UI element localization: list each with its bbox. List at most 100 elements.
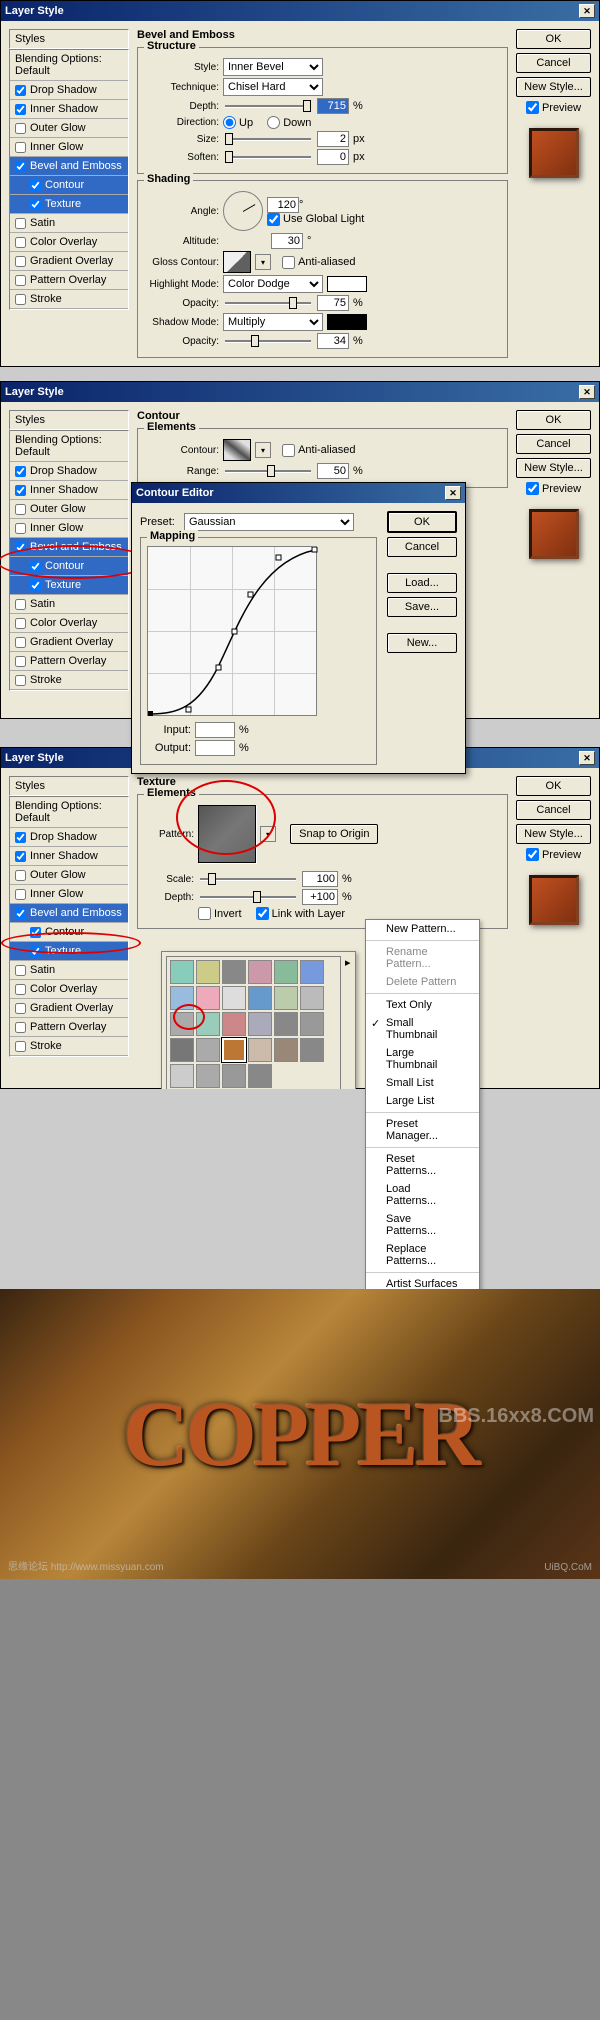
contour-picker[interactable]	[223, 439, 251, 461]
style-item[interactable]: Pattern Overlay	[10, 652, 128, 671]
size-slider[interactable]	[223, 132, 313, 146]
highlight-mode-select[interactable]: Color Dodge	[223, 275, 323, 293]
newstyle-button[interactable]: New Style...	[516, 77, 591, 97]
menu-item[interactable]: Reset Patterns...	[366, 1150, 479, 1180]
preview-checkbox[interactable]: Preview	[516, 848, 591, 861]
pattern-cell[interactable]	[300, 1012, 324, 1036]
preview-checkbox[interactable]: Preview	[516, 101, 591, 114]
close-button[interactable]: ✕	[445, 486, 461, 500]
ok-button[interactable]: OK	[516, 29, 591, 49]
style-item[interactable]: Blending Options: Default	[10, 431, 128, 462]
size-input[interactable]	[317, 131, 349, 147]
scale-slider[interactable]	[198, 872, 298, 886]
style-item[interactable]: Inner Glow	[10, 885, 128, 904]
depth-slider[interactable]	[198, 890, 298, 904]
style-item[interactable]: Blending Options: Default	[10, 50, 128, 81]
cancel-button[interactable]: Cancel	[516, 800, 591, 820]
style-item[interactable]: Satin	[10, 214, 128, 233]
pattern-cell[interactable]	[248, 1038, 272, 1062]
style-item[interactable]: Outer Glow	[10, 866, 128, 885]
pattern-cell[interactable]	[274, 1012, 298, 1036]
style-item[interactable]: Texture	[10, 195, 128, 214]
style-item[interactable]: Blending Options: Default	[10, 797, 128, 828]
scale-input[interactable]	[302, 871, 338, 887]
pattern-cell[interactable]	[274, 1038, 298, 1062]
antialiased-checkbox[interactable]: Anti-aliased	[282, 256, 355, 269]
pattern-cell[interactable]	[300, 986, 324, 1010]
link-checkbox[interactable]: Link with Layer	[256, 907, 345, 920]
style-item[interactable]: Pattern Overlay	[10, 1018, 128, 1037]
ok-button[interactable]: OK	[516, 410, 591, 430]
angle-input[interactable]	[267, 197, 299, 213]
invert-checkbox[interactable]: Invert	[198, 907, 242, 920]
up-radio[interactable]: Up	[223, 116, 253, 129]
ok-button[interactable]: OK	[387, 511, 457, 533]
chevron-down-icon[interactable]: ▾	[255, 254, 271, 270]
close-button[interactable]: ✕	[579, 4, 595, 18]
pattern-cell[interactable]	[248, 986, 272, 1010]
menu-item[interactable]: Load Patterns...	[366, 1180, 479, 1210]
style-item[interactable]: Stroke	[10, 1037, 128, 1056]
style-item[interactable]: Contour	[10, 176, 128, 195]
chevron-down-icon[interactable]: ▾	[255, 442, 271, 458]
newstyle-button[interactable]: New Style...	[516, 458, 591, 478]
style-item[interactable]: Pattern Overlay	[10, 271, 128, 290]
pattern-cell[interactable]	[170, 1038, 194, 1062]
depth-slider[interactable]	[223, 99, 313, 113]
style-item[interactable]: Texture	[10, 576, 128, 595]
pattern-swatch[interactable]	[198, 805, 256, 863]
menu-item[interactable]: New Pattern...	[366, 920, 479, 938]
depth-input[interactable]	[317, 98, 349, 114]
chevron-right-icon[interactable]: ▸	[345, 956, 351, 1092]
pattern-cell[interactable]	[222, 960, 246, 984]
preview-checkbox[interactable]: Preview	[516, 482, 591, 495]
style-item[interactable]: Drop Shadow	[10, 462, 128, 481]
angle-dial[interactable]	[223, 191, 263, 231]
pattern-cell[interactable]	[196, 1012, 220, 1036]
style-item[interactable]: Color Overlay	[10, 233, 128, 252]
style-select[interactable]: Inner Bevel	[223, 58, 323, 76]
pattern-cell[interactable]	[222, 1038, 246, 1062]
close-button[interactable]: ✕	[579, 751, 595, 765]
pattern-cell[interactable]	[170, 1064, 194, 1088]
style-item[interactable]: Inner Shadow	[10, 481, 128, 500]
style-item[interactable]: Bevel and Emboss	[10, 904, 128, 923]
range-input[interactable]	[317, 463, 349, 479]
new-button[interactable]: New...	[387, 633, 457, 653]
style-item[interactable]: Bevel and Emboss	[10, 538, 128, 557]
menu-item[interactable]: Small List	[366, 1074, 479, 1092]
newstyle-button[interactable]: New Style...	[516, 824, 591, 844]
style-item[interactable]: Inner Glow	[10, 138, 128, 157]
style-item[interactable]: Outer Glow	[10, 119, 128, 138]
pattern-cell[interactable]	[196, 986, 220, 1010]
ok-button[interactable]: OK	[516, 776, 591, 796]
cancel-button[interactable]: Cancel	[387, 537, 457, 557]
highlight-color[interactable]	[327, 276, 367, 292]
altitude-input[interactable]	[271, 233, 303, 249]
style-item[interactable]: Bevel and Emboss	[10, 157, 128, 176]
pattern-cell[interactable]	[248, 1012, 272, 1036]
cancel-button[interactable]: Cancel	[516, 53, 591, 73]
pattern-cell[interactable]	[170, 986, 194, 1010]
menu-item[interactable]: Text Only	[366, 996, 479, 1014]
sh-opacity-slider[interactable]	[223, 334, 313, 348]
pattern-cell[interactable]	[300, 1038, 324, 1062]
pattern-cell[interactable]	[170, 1012, 194, 1036]
technique-select[interactable]: Chisel Hard	[223, 78, 323, 96]
save-button[interactable]: Save...	[387, 597, 457, 617]
pattern-cell[interactable]	[222, 986, 246, 1010]
pattern-cell[interactable]	[196, 1038, 220, 1062]
style-item[interactable]: Color Overlay	[10, 980, 128, 999]
soften-slider[interactable]	[223, 150, 313, 164]
shadow-color[interactable]	[327, 314, 367, 330]
pattern-cell[interactable]	[222, 1064, 246, 1088]
global-light-checkbox[interactable]: Use Global Light	[267, 213, 364, 226]
menu-item[interactable]: Large Thumbnail	[366, 1044, 479, 1074]
pattern-cell[interactable]	[248, 1064, 272, 1088]
style-item[interactable]: Gradient Overlay	[10, 252, 128, 271]
antialiased-checkbox[interactable]: Anti-aliased	[282, 444, 355, 457]
load-button[interactable]: Load...	[387, 573, 457, 593]
style-item[interactable]: Gradient Overlay	[10, 999, 128, 1018]
style-item[interactable]: Inner Shadow	[10, 847, 128, 866]
hl-opacity-slider[interactable]	[223, 296, 313, 310]
